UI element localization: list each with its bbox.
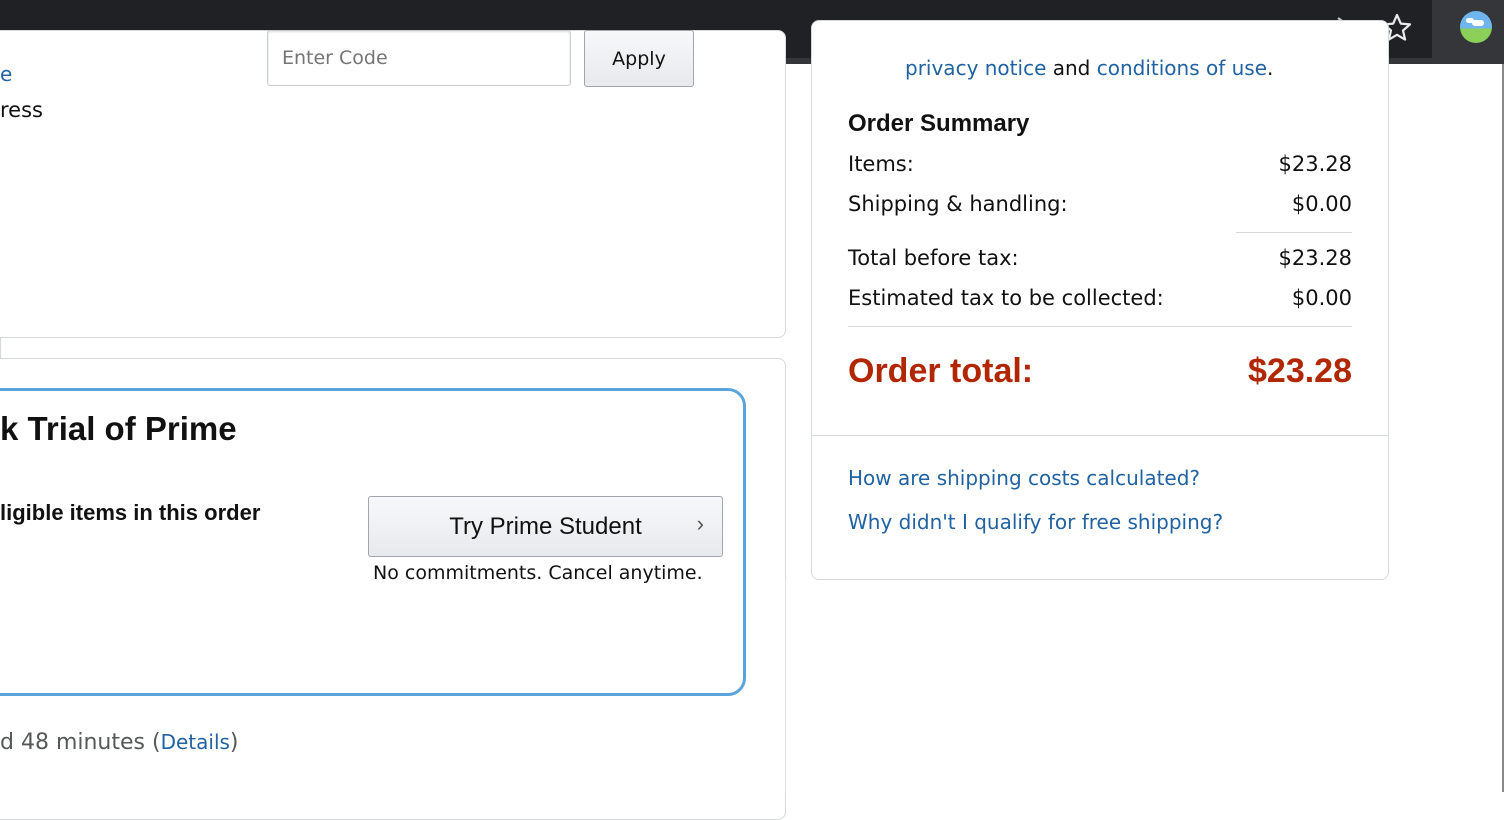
order-total-label: Order total: [848,352,1034,390]
delivery-close-paren: ) [229,730,239,755]
summary-separator [812,435,1388,436]
profile-avatar [1460,11,1492,43]
prime-eligible-text: ligible items in this order [0,500,261,525]
prime-offer-title: k Trial of Prime [0,410,237,447]
conditions-of-use-link[interactable]: conditions of use [1097,56,1267,80]
order-total-value: $23.28 [1248,352,1352,390]
delivery-time-text: d 48 minutes ( [0,730,161,755]
billing-address-fragment: ress [0,98,43,122]
summary-row-value: $0.00 [1291,192,1352,216]
summary-row-value: $0.00 [1291,286,1352,310]
summary-row-value: $23.28 [1278,152,1352,176]
summary-row-label: Shipping & handling: [848,192,1068,216]
summary-row-value: $23.28 [1278,246,1352,270]
total-divider [848,326,1352,327]
privacy-notice-line: privacy notice and conditions of use. [905,56,1273,80]
privacy-and-text: and [1046,56,1097,80]
chevron-right-icon: › [696,511,704,536]
try-prime-student-label: Try Prime Student [449,512,642,540]
profile-button[interactable] [1432,0,1504,58]
try-prime-student-button[interactable]: Try Prime Student › [368,496,723,557]
summary-row-label: Total before tax: [848,246,1019,270]
free-shipping-help-link[interactable]: Why didn't I qualify for free shipping? [848,510,1223,534]
subtotal-divider [1236,232,1352,233]
summary-row-label: Estimated tax to be collected: [848,286,1164,310]
delivery-estimate: d 48 minutes (Details) [0,730,239,755]
delivery-details-link[interactable]: Details [161,730,230,754]
order-summary-heading: Order Summary [848,110,1030,137]
privacy-notice-link[interactable]: privacy notice [905,56,1046,80]
payment-link-fragment[interactable]: e [0,62,12,86]
shipping-costs-help-link[interactable]: How are shipping costs calculated? [848,466,1200,490]
promo-code-input[interactable] [267,30,571,86]
privacy-period: . [1267,56,1274,80]
column-divider [785,580,786,792]
apply-code-button[interactable]: Apply [584,30,694,87]
prime-commitment-text: No commitments. Cancel anytime. [373,562,703,584]
summary-row-label: Items: [848,152,914,176]
